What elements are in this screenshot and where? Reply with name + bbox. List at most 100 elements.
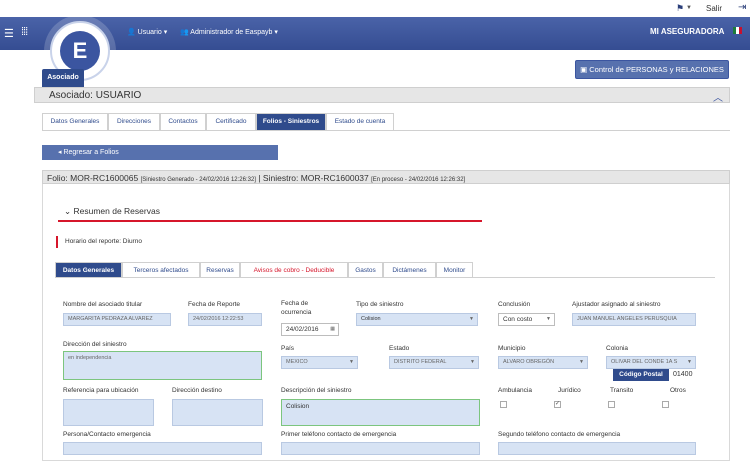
estado-label: Estado xyxy=(389,345,410,352)
folio-text: Folio: MOR-RC1600065 [Siniestro Generado… xyxy=(47,173,465,183)
app-title: MI ASEGURADORA xyxy=(650,27,725,36)
tab-terceros-afectados[interactable]: Terceros afectados xyxy=(122,262,200,278)
codigo-postal-button[interactable]: Código Postal xyxy=(613,369,669,381)
primer-telefono-field[interactable] xyxy=(281,442,480,455)
folio-label: Folio: MOR-RC1600065 xyxy=(47,173,139,183)
nombre-field[interactable]: MARGARITA PEDRAZA ALVAREZ xyxy=(63,313,171,326)
tab-avisos-de-cobro[interactable]: Avisos de cobro - Deducible xyxy=(240,262,348,278)
juridico-checkbox[interactable]: ✓ xyxy=(554,401,561,408)
tab-certificado[interactable]: Certificado xyxy=(206,113,256,131)
estado-value: DISTRITO FEDERAL xyxy=(394,359,447,365)
tab-estado-de-cuenta[interactable]: Estado de cuenta xyxy=(326,113,394,131)
tab-direcciones[interactable]: Direcciones xyxy=(108,113,160,131)
conclusion-select[interactable]: Con costo ▼ xyxy=(498,313,555,326)
mexico-flag-icon xyxy=(733,27,742,34)
siniestro-label: | Siniestro: MOR-RC1600037 xyxy=(258,173,369,183)
persona-contacto-field[interactable] xyxy=(63,442,262,455)
conclusion-label: Conclusión xyxy=(498,301,531,308)
calendar-icon[interactable]: ▦ xyxy=(330,324,335,335)
direccion-siniestro-label: Dirección del siniestro xyxy=(63,341,127,348)
ambulancia-checkbox[interactable] xyxy=(500,401,507,408)
apps-grid-icon[interactable]: ⁞⁞⁞ xyxy=(21,26,28,38)
tipo-siniestro-value: Colision xyxy=(361,316,381,322)
chevron-up-icon[interactable]: ︿ xyxy=(713,89,723,104)
app-root: ⚑ ▼ Salir ⇥ ☰ ⁞⁞⁞ E 👤 Usuario ▾ 👥 Admini… xyxy=(0,0,750,461)
ajustador-field[interactable]: JUAN MANUEL ANGELES PERUSQUIA xyxy=(572,313,696,326)
municipio-value: ALVARO OBREGÓN xyxy=(503,359,555,365)
admin-menu[interactable]: 👥 Administrador de Easpayb ▾ xyxy=(180,28,278,36)
exit-icon[interactable]: ⇥ xyxy=(738,2,746,13)
chevron-down-icon: ▼ xyxy=(546,316,551,322)
horario-text: Horario del reporte: Diurno xyxy=(65,238,142,245)
destino-label: Dirección destino xyxy=(172,387,222,394)
logout-link[interactable]: Salir xyxy=(706,4,722,13)
tabs-divider xyxy=(42,130,730,131)
colonia-label: Colonia xyxy=(606,345,629,352)
segundo-telefono-field[interactable] xyxy=(498,442,696,455)
chevron-down-icon: ▼ xyxy=(470,359,475,365)
inner-tabs-divider xyxy=(55,277,715,278)
ambulancia-label: Ambulancia xyxy=(498,387,532,394)
tab-folios-siniestros[interactable]: Folios - Siniestros xyxy=(256,113,326,131)
tab-asociado[interactable]: Asociado xyxy=(42,69,84,87)
fecha-ocurrencia-value: 24/02/2016 xyxy=(286,326,319,333)
otros-checkbox[interactable] xyxy=(662,401,669,408)
back-to-folios-button[interactable]: ◂ Regresar a Folios xyxy=(42,145,278,160)
direccion-siniestro-textarea[interactable]: en independencia xyxy=(63,351,262,380)
referencia-textarea[interactable] xyxy=(63,399,154,426)
back-to-folios-label: Regresar a Folios xyxy=(63,149,119,156)
siniestro-meta: [En proceso - 24/02/2016 12:26:32] xyxy=(371,177,466,183)
pais-value: MEXICO xyxy=(286,359,308,365)
tab-gastos[interactable]: Gastos xyxy=(348,262,383,278)
resumen-toggle[interactable]: ⌄ Resumen de Reservas xyxy=(64,206,160,217)
pais-select[interactable]: MEXICO ▼ xyxy=(281,356,358,369)
tab-contactos[interactable]: Contactos xyxy=(160,113,206,131)
transito-label: Transito xyxy=(610,387,634,394)
control-personas-label: Control de PERSONAS y RELACIONES xyxy=(589,65,724,74)
chevron-down-icon: ▼ xyxy=(469,316,474,322)
destino-textarea[interactable] xyxy=(172,399,263,426)
user-menu[interactable]: 👤 Usuario ▾ xyxy=(127,28,167,36)
fecha-ocurrencia-field[interactable]: 24/02/2016 ▦ xyxy=(281,323,339,336)
chevron-down-icon[interactable]: ▼ xyxy=(686,5,692,11)
juridico-label: Jurídico xyxy=(558,387,581,394)
fecha-ocurrencia-label: Fecha de ocurrencia xyxy=(281,299,311,317)
descripcion-textarea[interactable]: Colision xyxy=(281,399,480,426)
fecha-reporte-field[interactable]: 24/02/2016 12:22:53 xyxy=(188,313,262,326)
transito-checkbox[interactable] xyxy=(608,401,615,408)
codigo-postal-value: 01400 xyxy=(673,371,693,378)
tab-reservas[interactable]: Reservas xyxy=(200,262,240,278)
admin-menu-label: Administrador de Easpayb xyxy=(190,29,273,36)
descripcion-label: Descripción del siniestro xyxy=(281,387,352,394)
horario-marker xyxy=(56,236,58,248)
fecha-reporte-label: Fecha de Reporte xyxy=(188,301,241,308)
conclusion-value: Con costo xyxy=(503,316,533,323)
tab-inner-datos-generales[interactable]: Datos Generales xyxy=(55,262,122,278)
user-menu-label: Usuario xyxy=(137,29,162,36)
referencia-label: Referencia para ubicación xyxy=(63,387,139,394)
colonia-select[interactable]: OLIVAR DEL CONDE 1A S ▼ xyxy=(606,356,696,369)
folio-meta: [Siniestro Generado - 24/02/2016 12:26:3… xyxy=(140,177,256,183)
tab-dictamenes[interactable]: Dictámenes xyxy=(383,262,436,278)
ajustador-label: Ajustador asignado al siniestro xyxy=(572,301,661,308)
tab-monitor[interactable]: Monitor xyxy=(436,262,473,278)
panel-title: Asociado: USUARIO xyxy=(49,90,142,101)
flag-icon[interactable]: ⚑ xyxy=(676,3,684,14)
tab-datos-generales[interactable]: Datos Generales xyxy=(42,113,108,131)
chevron-down-icon: ▼ xyxy=(579,359,584,365)
municipio-label: Municipio xyxy=(498,345,526,352)
colonia-value: OLIVAR DEL CONDE 1A S xyxy=(611,359,678,365)
persona-contacto-label: Persona/Contacto emergencia xyxy=(63,431,151,438)
top-header: ☰ ⁞⁞⁞ E 👤 Usuario ▾ 👥 Administrador de E… xyxy=(0,15,750,87)
chevron-down-icon: ▼ xyxy=(687,359,692,365)
tipo-siniestro-select[interactable]: Colision ▼ xyxy=(356,313,478,326)
logo-mark: E xyxy=(60,31,100,71)
utility-bar: ⚑ ▼ Salir ⇥ xyxy=(0,0,750,17)
menu-icon[interactable]: ☰ xyxy=(4,27,14,40)
municipio-select[interactable]: ALVARO OBREGÓN ▼ xyxy=(498,356,588,369)
control-personas-button[interactable]: ▣ Control de PERSONAS y RELACIONES xyxy=(575,60,729,79)
folio-bar: Folio: MOR-RC1600065 [Siniestro Generado… xyxy=(42,170,730,184)
estado-select[interactable]: DISTRITO FEDERAL ▼ xyxy=(389,356,479,369)
asociado-panel-header: Asociado: USUARIO ︿ xyxy=(34,87,730,104)
primer-telefono-label: Primer teléfono contacto de emergencia xyxy=(281,431,397,438)
